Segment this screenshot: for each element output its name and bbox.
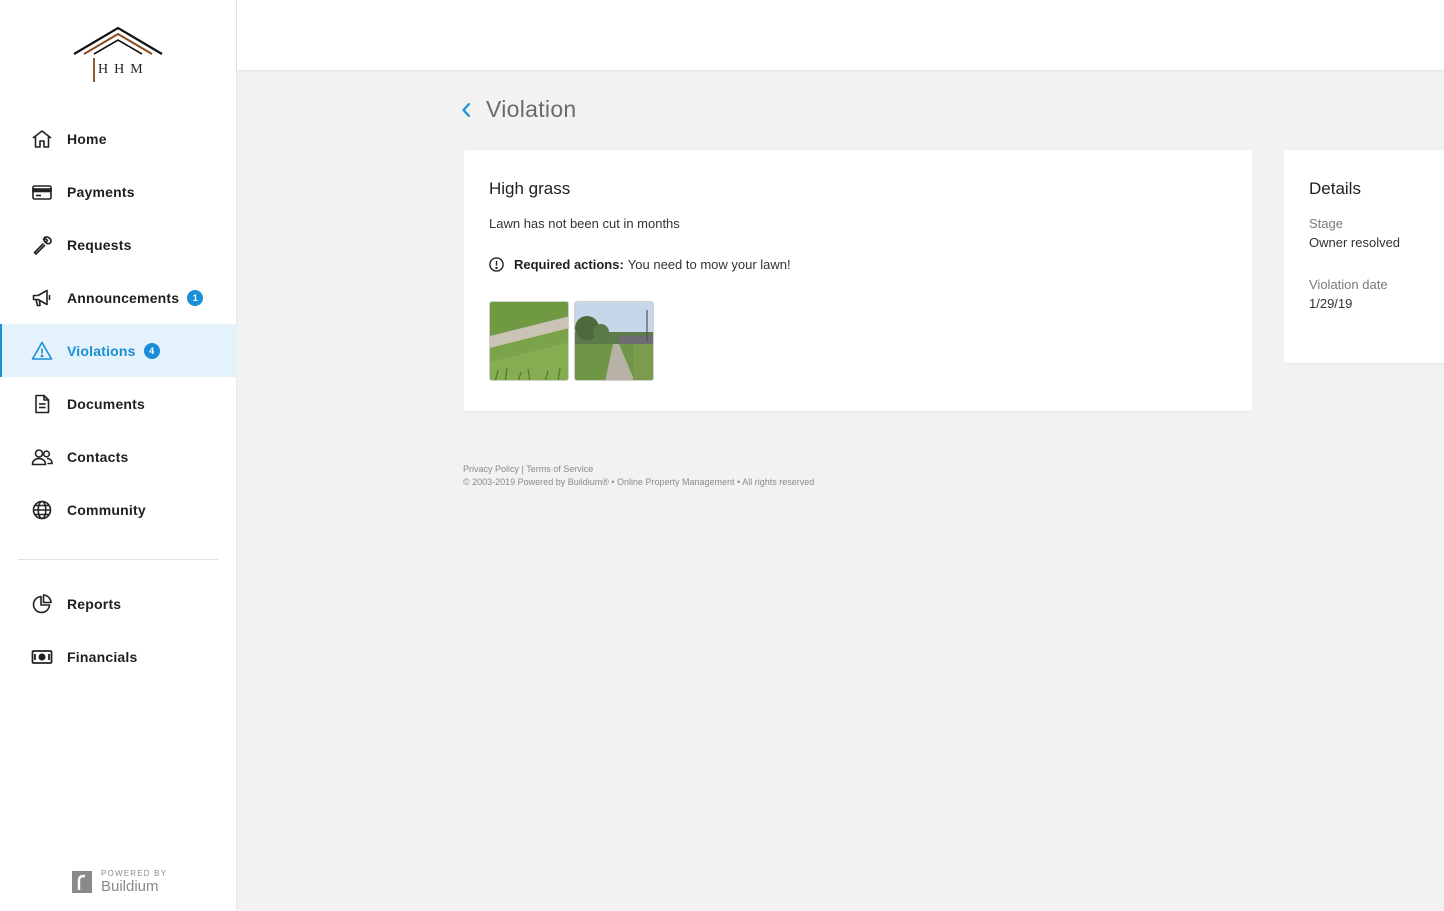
announcements-count-badge: 1 xyxy=(187,289,204,306)
sidebar-item-contacts[interactable]: Contacts xyxy=(0,430,237,483)
buildium-logo-icon xyxy=(72,871,92,893)
copyright-text: © 2003-2019 Powered by Buildium® • Onlin… xyxy=(463,477,815,487)
powered-by-text: POWERED BY Buildium xyxy=(101,869,168,895)
credit-card-icon xyxy=(31,181,53,203)
sidebar-item-label: Community xyxy=(67,501,146,518)
sidebar-secondary-nav: Reports Financials xyxy=(0,577,237,683)
sidebar-item-announcements[interactable]: Announcements 1 xyxy=(0,271,237,324)
violation-description: Lawn has not been cut in months xyxy=(489,216,680,231)
sidebar-item-home[interactable]: Home xyxy=(0,112,237,165)
sidebar-item-label: Contacts xyxy=(67,448,129,465)
sidebar-item-violations[interactable]: Violations 4 xyxy=(0,324,237,377)
sidebar-item-label: Reports xyxy=(67,595,122,612)
page-title: Violation xyxy=(486,96,577,122)
warning-icon xyxy=(31,340,53,362)
sidebar-item-documents[interactable]: Documents xyxy=(0,377,237,430)
globe-icon xyxy=(31,499,53,521)
sidebar-item-label: Financials xyxy=(67,648,138,665)
sidebar-item-reports[interactable]: Reports xyxy=(0,577,237,630)
details-card: Details Stage Owner resolved Violation d… xyxy=(1284,150,1444,363)
violations-count-badge: 4 xyxy=(143,342,160,359)
required-actions-text: You need to mow your lawn! xyxy=(627,257,791,272)
violation-photo-thumbnail[interactable] xyxy=(574,301,654,381)
sidebar-item-label: Documents xyxy=(67,395,146,412)
sidebar-item-label: Announcements xyxy=(67,289,180,306)
footer-links: Privacy Policy | Terms of Service xyxy=(463,463,814,476)
violation-title: High grass xyxy=(489,179,571,198)
violation-date-label: Violation date xyxy=(1309,277,1388,292)
logo-letters: HHM xyxy=(98,62,149,77)
privacy-policy-link[interactable]: Privacy Policy xyxy=(463,464,519,474)
sidebar-item-payments[interactable]: Payments xyxy=(0,165,237,218)
sidebar-item-label: Home xyxy=(67,130,107,147)
hhm-logo[interactable]: HHM xyxy=(70,22,166,86)
powered-by-label: POWERED BY xyxy=(101,869,168,878)
violation-date-value: 1/29/19 xyxy=(1309,296,1353,311)
required-actions: Required actions: You need to mow your l… xyxy=(489,257,791,272)
buildium-brand: Buildium xyxy=(101,878,159,895)
top-bar xyxy=(237,0,1444,70)
details-title: Details xyxy=(1309,179,1361,198)
sidebar-item-community[interactable]: Community xyxy=(0,483,237,536)
sidebar: HHM Home Payments Requests Announcements xyxy=(0,0,237,911)
sidebar-item-financials[interactable]: Financials xyxy=(0,630,237,683)
violation-photo-thumbnail[interactable] xyxy=(489,301,569,381)
pie-chart-icon xyxy=(31,593,53,615)
sidebar-item-label: Violations xyxy=(67,342,136,359)
violation-card: High grass Lawn has not been cut in mont… xyxy=(464,150,1252,411)
terms-of-service-link[interactable]: Terms of Service xyxy=(526,464,593,474)
megaphone-icon xyxy=(31,287,53,309)
alert-circle-icon xyxy=(489,257,504,272)
sidebar-divider xyxy=(18,559,218,560)
stage-label: Stage xyxy=(1309,216,1343,231)
powered-by-buildium[interactable]: POWERED BY Buildium xyxy=(72,870,167,894)
wrench-icon xyxy=(31,234,53,256)
stage-value: Owner resolved xyxy=(1309,235,1401,250)
home-icon xyxy=(31,128,53,150)
document-icon xyxy=(31,393,53,415)
sidebar-item-label: Requests xyxy=(67,236,132,253)
money-icon xyxy=(31,646,53,668)
back-chevron-icon[interactable] xyxy=(460,101,474,119)
page-header: Violation xyxy=(460,96,577,123)
required-actions-label: Required actions: xyxy=(514,257,624,272)
footer: Privacy Policy | Terms of Service © 2003… xyxy=(463,463,814,489)
sidebar-nav: Home Payments Requests Announcements 1 V… xyxy=(0,112,237,536)
people-icon xyxy=(31,446,53,468)
violation-photos xyxy=(489,301,659,381)
sidebar-item-requests[interactable]: Requests xyxy=(0,218,237,271)
footer-separator: | xyxy=(521,464,524,474)
sidebar-item-label: Payments xyxy=(67,183,135,200)
